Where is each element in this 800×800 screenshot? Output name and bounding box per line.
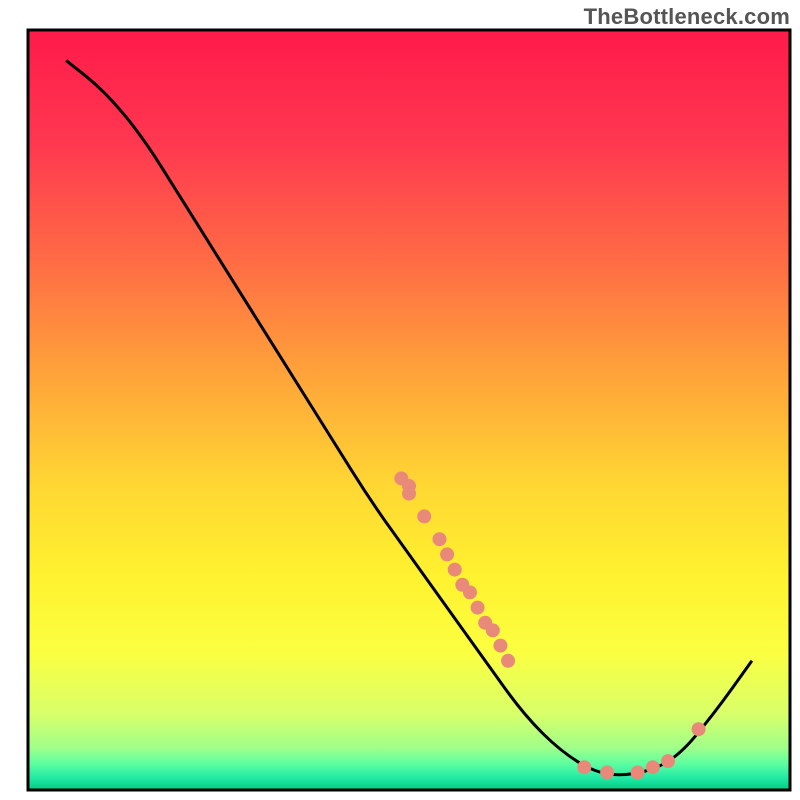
data-point	[432, 532, 446, 546]
data-point	[501, 654, 515, 668]
data-point	[448, 563, 462, 577]
data-point	[631, 766, 645, 780]
data-point	[646, 760, 660, 774]
chart-background	[28, 30, 790, 790]
data-point	[463, 585, 477, 599]
data-point	[661, 754, 675, 768]
data-point	[417, 509, 431, 523]
chart-container: TheBottleneck.com	[0, 0, 800, 800]
bottleneck-curve-chart	[0, 0, 800, 800]
data-point	[577, 760, 591, 774]
watermark-text: TheBottleneck.com	[584, 4, 790, 30]
data-point	[402, 487, 416, 501]
data-point	[493, 639, 507, 653]
data-point	[486, 623, 500, 637]
data-point	[600, 766, 614, 780]
data-point	[692, 722, 706, 736]
data-point	[471, 601, 485, 615]
data-point	[440, 547, 454, 561]
